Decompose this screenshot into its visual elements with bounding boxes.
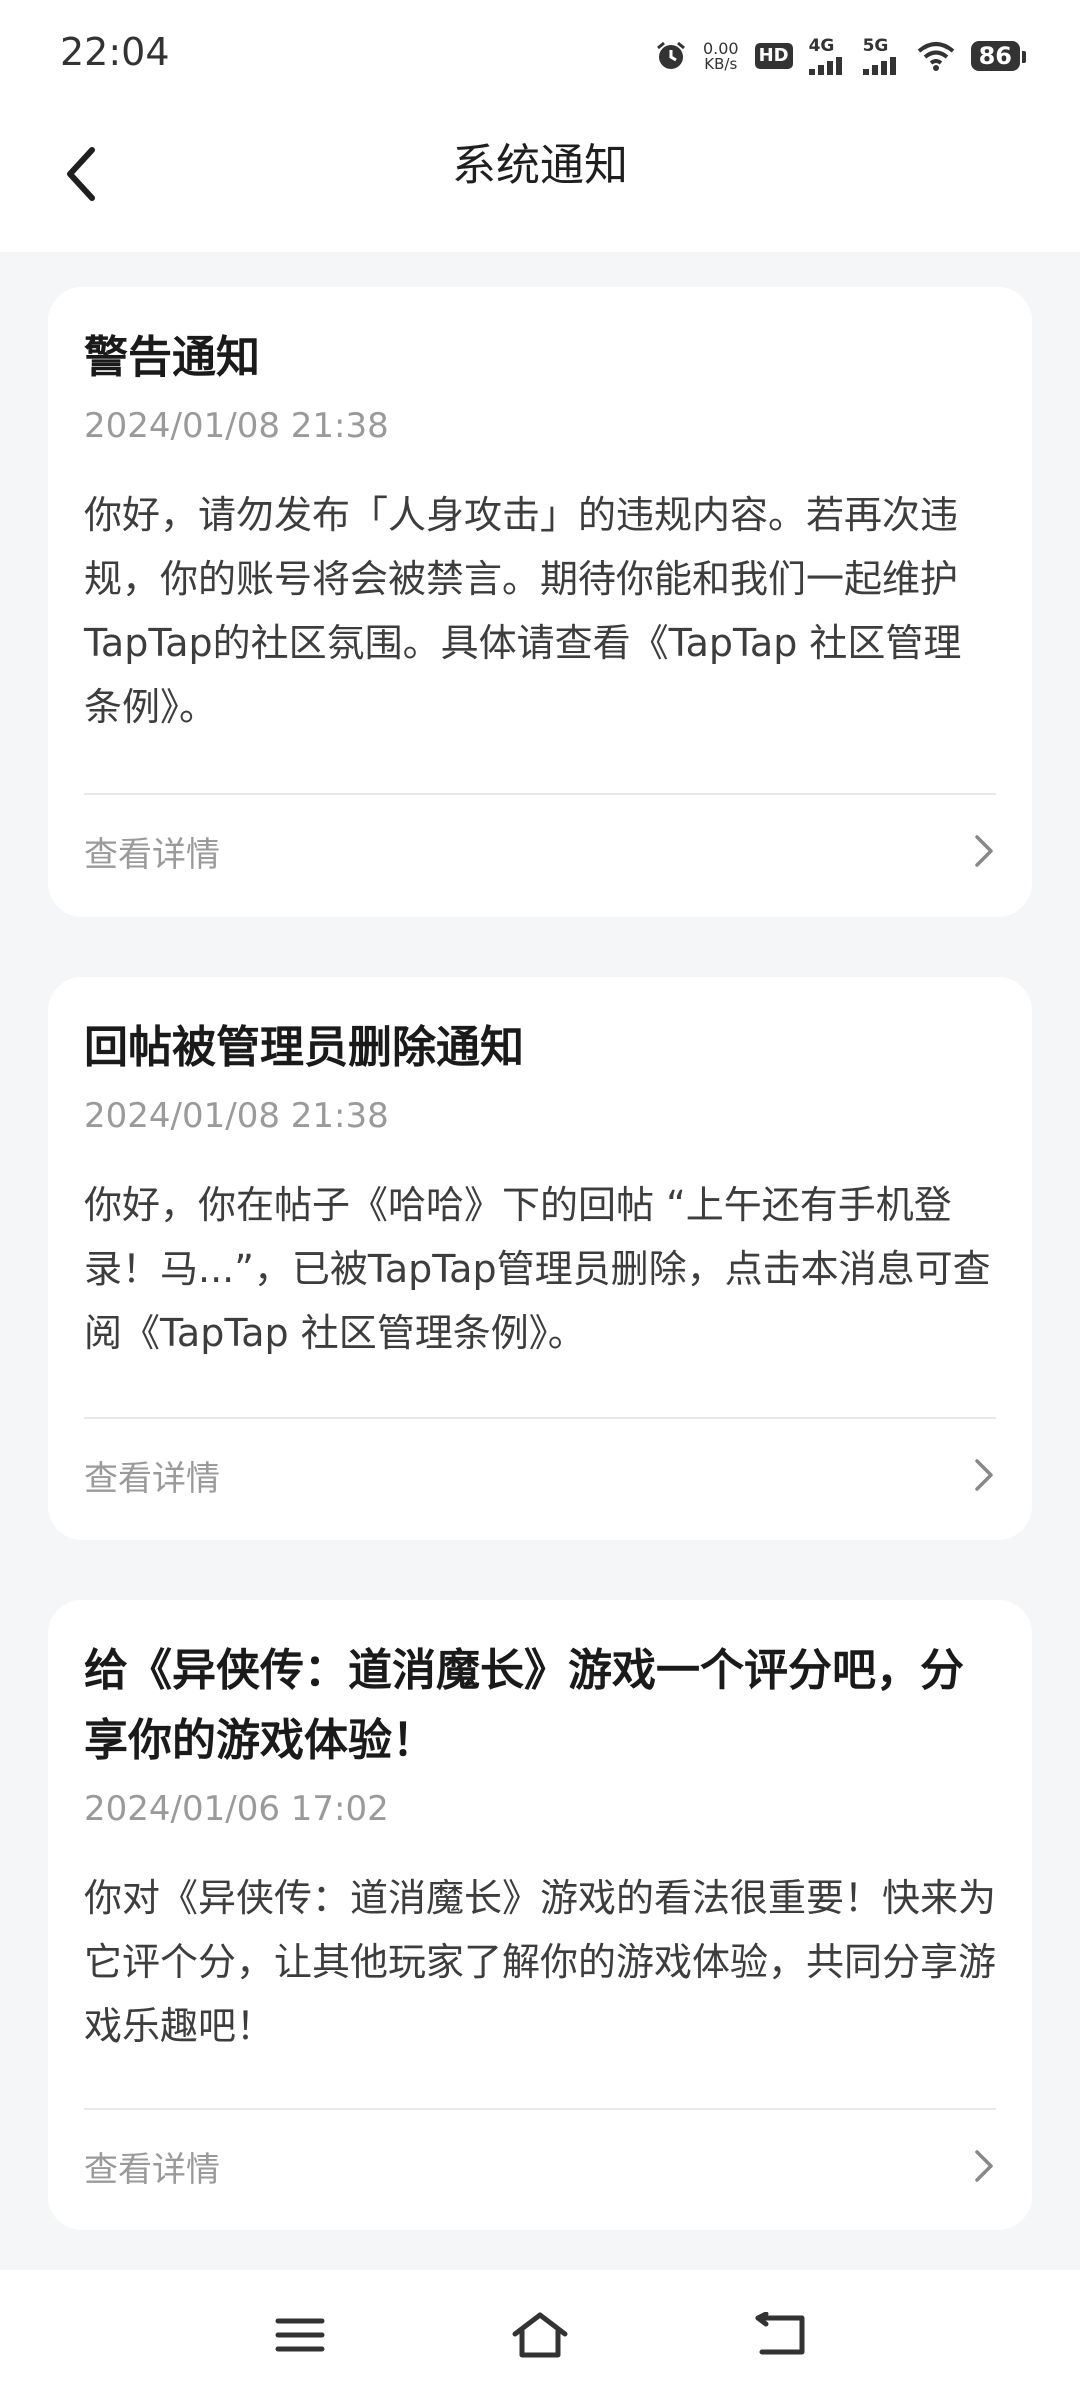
sim1-network-label: 4G [808, 35, 835, 56]
status-icons: 0.00 KB/s HD 4G 5G 86 [655, 34, 1027, 78]
status-bar: 22:04 0.00 KB/s HD 4G 5G 86 [0, 0, 1080, 110]
home-button[interactable] [500, 2300, 580, 2370]
wifi-icon [917, 41, 955, 71]
notification-time: 2024/01/06 17:02 [84, 1789, 389, 1829]
notification-title: 警告通知 [84, 332, 260, 383]
page-title: 系统通知 [452, 140, 628, 191]
signal-icon: 4G [808, 35, 847, 75]
status-time: 22:04 [60, 30, 170, 74]
signal-icon: 5G [862, 35, 901, 75]
back-nav-button[interactable] [740, 2300, 820, 2370]
home-icon [512, 2312, 568, 2358]
system-nav-bar [0, 2270, 1080, 2400]
notification-card[interactable]: 回帖被管理员删除通知 2024/01/08 21:38 你好，你在帖子《哈哈》下… [48, 977, 1032, 1540]
alarm-icon [655, 40, 687, 72]
chevron-right-icon [975, 2150, 993, 2182]
net-speed: 0.00 KB/s [703, 40, 739, 73]
view-details-label: 查看详情 [84, 1458, 220, 1499]
view-details-label: 查看详情 [84, 2149, 220, 2190]
back-icon [755, 2312, 805, 2355]
chevron-right-icon [975, 1459, 993, 1491]
view-details-button[interactable]: 查看详情 [84, 795, 996, 907]
view-details-button[interactable]: 查看详情 [84, 1419, 996, 1531]
hd-icon: HD [754, 43, 793, 69]
view-details-label: 查看详情 [84, 834, 220, 875]
notification-body: 你好，你在帖子《哈哈》下的回帖 “上午还有手机登录！马...”，已被TapTap… [84, 1183, 991, 1355]
view-details-button[interactable]: 查看详情 [84, 2110, 996, 2222]
notification-card[interactable]: 给《异侠传：道消魔长》游戏一个评分吧，分享你的游戏体验！ 2024/01/06 … [48, 1600, 1032, 2230]
notification-card[interactable]: 警告通知 2024/01/08 21:38 你好，请勿发布「人身攻击」的违规内容… [48, 287, 1032, 917]
battery-icon: 86 [970, 41, 1027, 71]
net-speed-unit: KB/s [704, 54, 738, 73]
sim2-network-label: 5G [862, 35, 889, 56]
notification-time: 2024/01/08 21:38 [84, 1096, 389, 1136]
notification-title: 回帖被管理员删除通知 [84, 1022, 524, 1073]
header: 系统通知 [0, 110, 1080, 252]
notification-body: 你对《异侠传：道消魔长》游戏的看法很重要！快来为它评个分，让其他玩家了解你的游戏… [84, 1876, 997, 2048]
menu-button[interactable] [260, 2300, 340, 2370]
notification-title: 给《异侠传：道消魔长》游戏一个评分吧，分享你的游戏体验！ [84, 1645, 964, 1766]
notification-body: 你好，请勿发布「人身攻击」的违规内容。若再次违规，你的账号将会被禁言。期待你能和… [84, 493, 962, 729]
notification-time: 2024/01/08 21:38 [84, 406, 389, 446]
chevron-right-icon [975, 835, 993, 867]
menu-icon [275, 2318, 325, 2352]
